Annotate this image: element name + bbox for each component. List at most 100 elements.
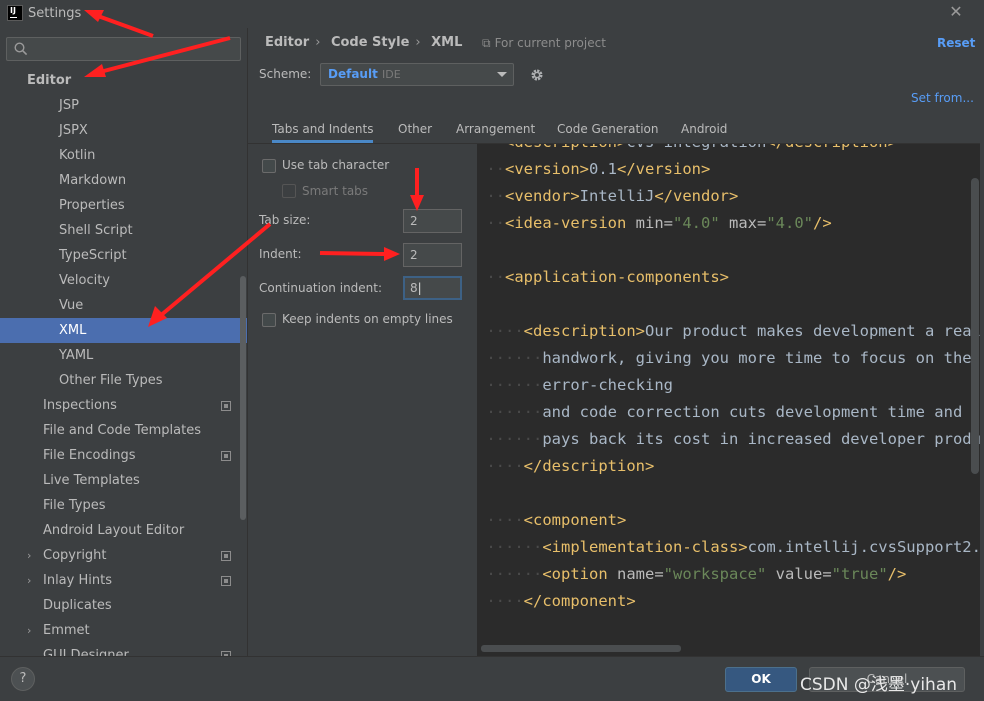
sidebar-item-label: Markdown — [59, 173, 127, 188]
sidebar-item-properties[interactable]: Properties — [0, 193, 247, 218]
use-tab-character-checkbox[interactable] — [262, 159, 276, 173]
indent-whitespace-marker: ······ — [486, 430, 543, 448]
watermark: CSDN @浅墨·yihan — [800, 675, 958, 695]
code-token: min= — [635, 214, 673, 232]
sidebar-item-xml[interactable]: XML — [0, 318, 247, 343]
tab-size-field[interactable]: 2 — [403, 209, 462, 233]
help-button[interactable]: ? — [11, 667, 35, 691]
code-line: ······and code correction cuts developme… — [477, 399, 962, 426]
sidebar-item-jspx[interactable]: JSPX — [0, 118, 247, 143]
indent-whitespace-marker: ·· — [486, 187, 506, 205]
code-token: <vendor> — [505, 187, 580, 205]
sidebar-section-editor[interactable]: Editor — [0, 68, 247, 93]
sidebar-scrollbar[interactable] — [240, 276, 246, 520]
tab-arrangement[interactable]: Arrangement — [456, 122, 535, 136]
code-token: /> — [813, 214, 832, 232]
keep-indents-checkbox[interactable] — [262, 313, 276, 327]
continuation-indent-label: Continuation indent: — [259, 281, 383, 295]
sidebar-item-label: File Types — [43, 498, 106, 513]
continuation-indent-field[interactable]: 8| — [403, 276, 462, 300]
sidebar-item-jsp[interactable]: JSP — [0, 93, 247, 118]
chevron-right-icon[interactable]: › — [27, 618, 31, 643]
code-token: <component> — [523, 511, 627, 529]
preview-horizontal-scrollbar[interactable] — [481, 645, 681, 652]
sidebar-item-kotlin[interactable]: Kotlin — [0, 143, 247, 168]
for-current-project-note: For current project — [482, 36, 606, 51]
code-line: ······handwork, giving you more time to … — [477, 345, 971, 372]
sidebar-item-label: JSPX — [59, 123, 88, 138]
code-token: <application-components> — [505, 268, 729, 286]
breadcrumb-separator: › — [415, 35, 421, 50]
tab-other[interactable]: Other — [398, 122, 432, 136]
sidebar-item-yaml[interactable]: YAML — [0, 343, 247, 368]
breadcrumb: Editor › Code Style › XML — [265, 35, 468, 53]
sidebar-item-copyright[interactable]: › Copyright — [0, 543, 247, 568]
smart-tabs-label: Smart tabs — [302, 184, 369, 198]
keep-indents-label: Keep indents on empty lines — [282, 312, 453, 326]
project-scope-icon — [221, 451, 231, 461]
sidebar-item-other-file-types[interactable]: Other File Types — [0, 368, 247, 393]
sidebar-item-file-types[interactable]: File Types — [0, 493, 247, 518]
close-icon[interactable]: ✕ — [948, 4, 964, 20]
chevron-right-icon[interactable]: › — [27, 568, 31, 593]
sidebar-item-inlay-hints[interactable]: › Inlay Hints — [0, 568, 247, 593]
tab-tabs-and-indents[interactable]: Tabs and Indents — [272, 122, 374, 143]
indent-whitespace-marker: ······ — [486, 376, 543, 394]
set-from-link[interactable]: Set from... — [911, 91, 974, 105]
reset-link[interactable]: Reset — [937, 36, 975, 50]
sidebar-item-live-templates[interactable]: Live Templates — [0, 468, 247, 493]
search-input[interactable] — [6, 37, 241, 61]
project-scope-icon — [221, 401, 231, 411]
sidebar-item-label: Inlay Hints — [43, 573, 112, 588]
sidebar-item-android-layout-editor[interactable]: Android Layout Editor — [0, 518, 247, 543]
sidebar-item-label: Kotlin — [59, 148, 96, 163]
indent-whitespace-marker: ······ — [486, 565, 543, 583]
breadcrumb-item: XML — [431, 35, 463, 50]
sidebar-item-label: Vue — [59, 298, 84, 313]
sidebar-item-file-encodings[interactable]: File Encodings — [0, 443, 247, 468]
indent-whitespace-marker: ···· — [486, 592, 524, 610]
sidebar-item-label: Emmet — [43, 623, 90, 638]
gear-icon[interactable] — [530, 68, 544, 82]
use-tab-character-label: Use tab character — [282, 158, 390, 172]
sidebar-item-file-and-code-templates[interactable]: File and Code Templates — [0, 418, 247, 443]
indent-field[interactable]: 2 — [403, 243, 462, 267]
sidebar-item-label: Live Templates — [43, 473, 140, 488]
code-token: </version> — [617, 160, 711, 178]
chevron-right-icon[interactable]: › — [27, 543, 31, 568]
code-preview[interactable]: ··<description>cvs integration</descript… — [477, 144, 980, 656]
sidebar-item-label: Inspections — [43, 398, 117, 413]
code-token: /> — [887, 565, 907, 583]
ok-button[interactable]: OK — [725, 667, 797, 692]
sidebar-item-velocity[interactable]: Velocity — [0, 268, 247, 293]
sidebar-item-duplicates[interactable]: Duplicates — [0, 593, 247, 618]
settings-sidebar: Editor JSP JSPX Kotlin Markdown Properties Sh… — [0, 28, 248, 656]
code-line: ······pays back its cost in increased de… — [477, 426, 980, 453]
code-token: value= — [766, 565, 832, 583]
indent-whitespace-marker: ·· — [486, 214, 506, 232]
sidebar-item-shell-script[interactable]: Shell Script — [0, 218, 247, 243]
sidebar-item-markdown[interactable]: Markdown — [0, 168, 247, 193]
code-token: max= — [719, 214, 767, 232]
sidebar-item-inspections[interactable]: Inspections — [0, 393, 247, 418]
sidebar-item-gui-designer[interactable]: GUI Designer — [0, 643, 247, 656]
chevron-down-icon — [497, 72, 507, 77]
sidebar-item-typescript[interactable]: TypeScript — [0, 243, 247, 268]
sidebar-item-label: Shell Script — [59, 223, 133, 238]
scheme-dropdown[interactable]: Default IDE — [320, 63, 514, 86]
tab-android[interactable]: Android — [681, 122, 727, 136]
preview-vertical-scrollbar[interactable] — [971, 178, 979, 474]
sidebar-item-label: Copyright — [43, 548, 107, 563]
project-scope-icon — [221, 576, 231, 586]
code-line: ······<option name="workspace" value="tr… — [477, 561, 906, 588]
sidebar-item-label: XML — [59, 323, 87, 338]
smart-tabs-checkbox[interactable] — [282, 184, 296, 198]
sidebar-item-emmet[interactable]: › Emmet — [0, 618, 247, 643]
scheme-sub: IDE — [382, 68, 401, 81]
code-token: cvs integration — [626, 144, 766, 151]
sidebar-item-label: Android Layout Editor — [43, 523, 185, 538]
code-line: ····<description>Our product makes devel… — [477, 318, 980, 345]
indent-whitespace-marker: ·· — [486, 160, 506, 178]
tab-code-generation[interactable]: Code Generation — [557, 122, 658, 136]
sidebar-item-vue[interactable]: Vue — [0, 293, 247, 318]
